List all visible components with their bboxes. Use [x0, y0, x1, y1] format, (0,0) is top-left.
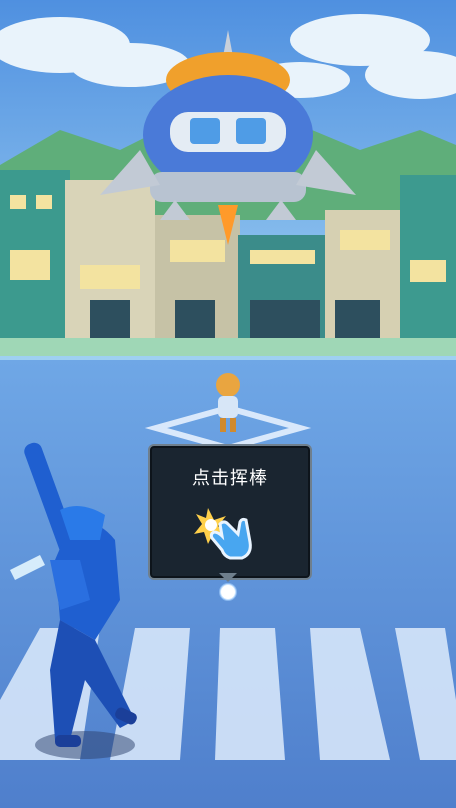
fence [0, 338, 456, 356]
game-scene [0, 0, 456, 808]
baseball [219, 583, 237, 601]
tutorial-tooltip[interactable]: 点击挥棒 [148, 444, 312, 580]
tutorial-prompt: 点击挥棒 [192, 468, 268, 489]
tooltip-pointer [219, 573, 237, 582]
tap-hand-icon [194, 508, 252, 560]
